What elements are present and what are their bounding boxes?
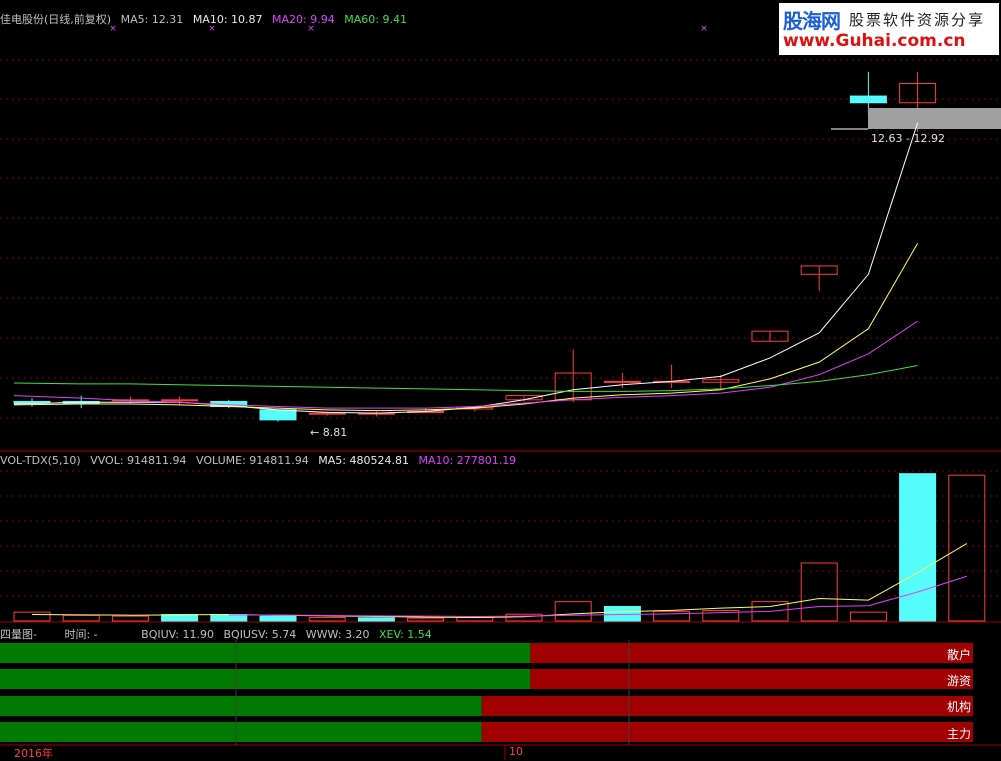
volume-bar: [259, 615, 297, 622]
bqiuv-label: BQIUV: 11.90: [141, 628, 214, 641]
candle-body: [259, 409, 297, 421]
volume-bar: [948, 474, 986, 622]
volume-ma10-line: [228, 575, 967, 617]
flow-label-hotmoney: 游资: [947, 674, 972, 688]
flow-label-institution: 机构: [947, 700, 972, 714]
flow-bar-red: [530, 669, 973, 689]
stock-chart-canvas[interactable]: × × × ×: [0, 0, 1001, 760]
watermark-logo: 股海网 股票软件资源分享 www.Guhai.com.cn: [779, 3, 999, 55]
xev-label: XEV: 1.54: [378, 628, 432, 641]
low-price-marker: ← 8.81: [310, 426, 348, 439]
volume-bar: [800, 562, 838, 622]
flow-header: 四量图- 时间: - BQIUV: 11.90 BQIUSV: 5.74 WWW…: [0, 626, 438, 642]
candle-body: [849, 95, 887, 104]
flow-time: 时间: -: [64, 628, 98, 641]
volume-bar: [899, 473, 937, 622]
ma60-label: MA60: 9.41: [344, 13, 407, 26]
volume-bar: [407, 617, 445, 622]
flow-label-main: 主力: [947, 727, 972, 741]
watermark-url: www.Guhai.com.cn: [783, 31, 966, 51]
header-marker: ×: [700, 24, 708, 34]
vol-title: VOL-TDX(5,10): [0, 454, 81, 467]
flow-bar-green: [0, 696, 482, 716]
volume-bar: [456, 616, 494, 622]
volume-bar: [505, 613, 543, 622]
ma10-label: MA10: 10.87: [192, 13, 263, 26]
watermark-slogan: 股票软件资源分享: [849, 11, 986, 29]
volume-bar: [161, 614, 199, 622]
ma-line-ma20: [13, 320, 918, 409]
flow-bar-green: [0, 643, 531, 663]
ma5-label: MA5: 12.31: [120, 13, 184, 26]
volume-bar: [653, 610, 691, 622]
volume-bar: [308, 616, 346, 622]
watermark-brand: 股海网: [783, 9, 841, 33]
ma-line-ma60: [13, 364, 918, 392]
axis-year-label: 2016年: [14, 747, 53, 760]
price-range-label: 12.63 - 12.92: [871, 132, 945, 145]
ma-line-ma10: [13, 243, 919, 412]
www-label: WWW: 3.20: [305, 628, 370, 641]
volume-bar: [554, 601, 592, 622]
flow-title: 四量图-: [0, 628, 37, 641]
moving-average-layer: [13, 122, 919, 414]
ma20-label: MA20: 9.94: [272, 13, 335, 26]
volume-bar: [210, 614, 248, 622]
candle-body: [308, 412, 346, 415]
volume-label: VOLUME: 914811.94: [196, 454, 309, 467]
axis-month-label: 10: [509, 745, 523, 758]
vol-ma10-label: MA10: 277801.19: [418, 454, 517, 467]
flow-bar-red: [481, 722, 973, 742]
volume-bar: [62, 614, 100, 622]
flow-bar-red: [530, 643, 973, 663]
volume-header: VOL-TDX(5,10) VVOL: 914811.94 VOLUME: 91…: [0, 454, 522, 467]
price-range-band: [868, 108, 1001, 129]
flow-label-retail: 散户: [947, 648, 972, 662]
vvol-label: VVOL: 914811.94: [90, 454, 187, 467]
stock-title: 佳电股份(日线,前复权): [0, 13, 112, 26]
flow-bar-red: [481, 696, 973, 716]
volume-bar: [603, 606, 641, 622]
volume-bar: [111, 615, 149, 622]
candle-layer: [13, 71, 1001, 422]
candle-body: [603, 380, 641, 383]
volume-bar: [357, 617, 395, 622]
flow-bars-layer: [0, 640, 973, 745]
volume-bar: [849, 611, 887, 622]
flow-bar-green: [0, 722, 482, 742]
ma-line-ma5: [13, 122, 919, 414]
bqiusv-label: BQIUSV: 5.74: [223, 628, 297, 641]
flow-bar-green: [0, 669, 531, 689]
candle-body: [161, 399, 199, 402]
vol-ma5-label: MA5: 480524.81: [318, 454, 409, 467]
volume-bar: [13, 611, 51, 622]
price-header: 佳电股份(日线,前复权) MA5: 12.31 MA10: 10.87 MA20…: [0, 11, 413, 27]
